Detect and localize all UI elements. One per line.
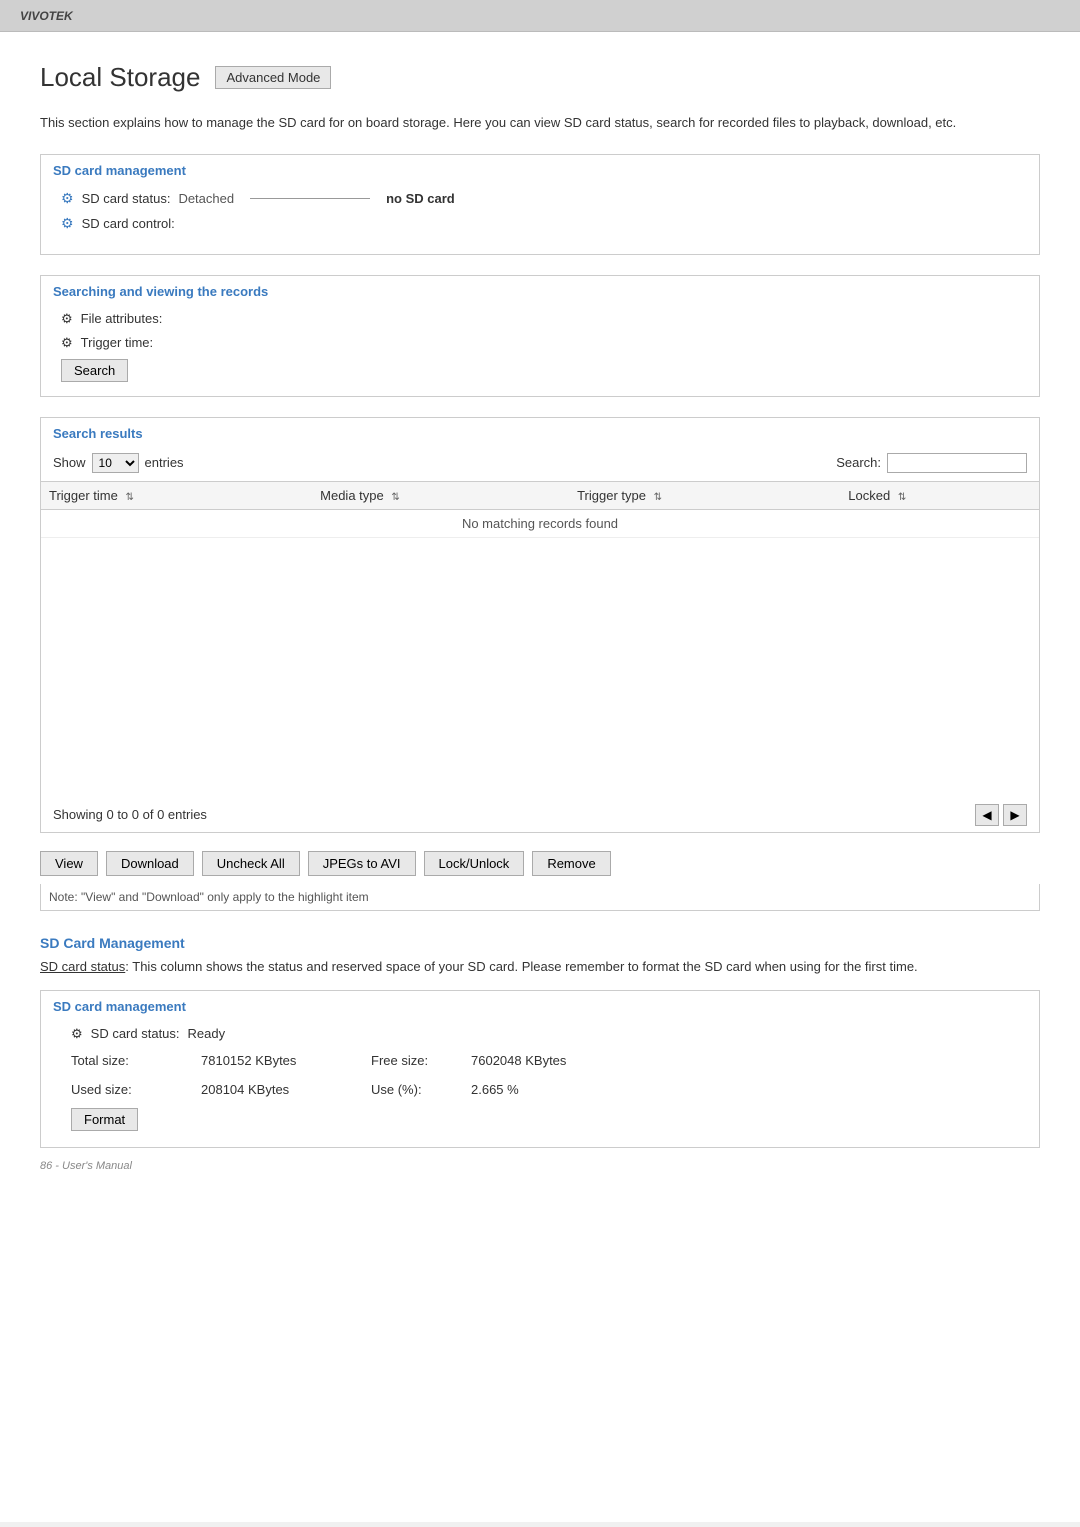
page-description: This section explains how to manage the … — [40, 113, 1040, 134]
col-media-type-label: Media type — [320, 488, 384, 503]
col-trigger-type: Trigger type ⇅ — [569, 481, 840, 509]
search-label: Search: — [836, 455, 881, 470]
sd-card-management-title: SD card management — [41, 155, 1039, 182]
searching-title: Searching and viewing the records — [41, 276, 1039, 303]
top-bar: VIVOTEK — [0, 0, 1080, 32]
col-trigger-time-label: Trigger time — [49, 488, 118, 503]
sort-arrows-media-type[interactable]: ⇅ — [391, 492, 399, 503]
showing-text: Showing 0 to 0 of 0 entries — [53, 807, 207, 822]
sd-control-row: ⚙ SD card control: — [61, 215, 1019, 232]
col-trigger-time: Trigger time ⇅ — [41, 481, 312, 509]
page-title: Local Storage — [40, 62, 200, 93]
sd-dash-line — [250, 198, 370, 199]
sort-arrows-trigger-time[interactable]: ⇅ — [126, 492, 134, 503]
col-locked: Locked ⇅ — [840, 481, 1039, 509]
trigger-time-label: Trigger time: — [81, 335, 153, 350]
sd-mgmt-status-label: SD card status: — [91, 1026, 180, 1041]
searching-box: Searching and viewing the records ⚙ File… — [40, 275, 1040, 397]
sd-status-label: SD card status: — [82, 191, 171, 206]
use-pct-value: 2.665 % — [471, 1079, 641, 1100]
trigger-time-row: ⚙ Trigger time: — [61, 335, 1019, 351]
main-content: Local Storage Advanced Mode This section… — [0, 32, 1080, 1522]
sd-mgmt-status-row: ⚙ SD card status: Ready — [71, 1026, 1009, 1042]
download-button[interactable]: Download — [106, 851, 194, 876]
results-header-left: Show 10 25 50 100 entries — [53, 453, 184, 473]
page-footer: 86 - User's Manual — [40, 1148, 1040, 1172]
sd-status-value: Detached — [178, 191, 234, 206]
sd-status-rest: : This column shows the status and reser… — [125, 959, 917, 974]
results-table-header-row: Trigger time ⇅ Media type ⇅ Trigger type… — [41, 481, 1039, 509]
pagination-buttons: ◀ ▶ — [975, 804, 1027, 826]
gear-icon-4: ⚙ — [61, 335, 73, 351]
used-size-label: Used size: — [71, 1079, 201, 1100]
gear-icon-2: ⚙ — [61, 215, 74, 232]
file-attr-row: ⚙ File attributes: — [61, 311, 1019, 327]
action-buttons-row: View Download Uncheck All JPEGs to AVI L… — [40, 843, 1040, 884]
sd-status-row: ⚙ SD card status: Detached no SD card — [61, 190, 1019, 207]
used-size-value: 208104 KBytes — [201, 1079, 371, 1100]
gear-icon-5: ⚙ — [71, 1026, 83, 1042]
sd-mgmt-grid: Total size: 7810152 KBytes Free size: 76… — [71, 1050, 1009, 1100]
prev-page-button[interactable]: ◀ — [975, 804, 999, 826]
search-results-title: Search results — [41, 418, 1039, 445]
results-table: Trigger time ⇅ Media type ⇅ Trigger type… — [41, 481, 1039, 538]
sd-mgmt-detail-box: SD card management ⚙ SD card status: Rea… — [40, 990, 1040, 1148]
show-label: Show — [53, 455, 86, 470]
jpegs-to-avi-button[interactable]: JPEGs to AVI — [308, 851, 416, 876]
sd-mgmt-detail-content: ⚙ SD card status: Ready Total size: 7810… — [41, 1018, 1039, 1147]
sd-no-card-text: no SD card — [386, 191, 455, 206]
file-attr-label: File attributes: — [81, 311, 163, 326]
total-size-label: Total size: — [71, 1050, 201, 1071]
search-button[interactable]: Search — [61, 359, 128, 382]
lock-unlock-button[interactable]: Lock/Unlock — [424, 851, 525, 876]
empty-space — [41, 538, 1039, 798]
searching-content: ⚙ File attributes: ⚙ Trigger time: Searc… — [41, 303, 1039, 396]
format-button[interactable]: Format — [71, 1108, 138, 1131]
sd-card-management-box: SD card management ⚙ SD card status: Det… — [40, 154, 1040, 255]
results-search-input[interactable] — [887, 453, 1027, 473]
note-text: Note: "View" and "Download" only apply t… — [40, 884, 1040, 911]
col-media-type: Media type ⇅ — [312, 481, 569, 509]
col-locked-label: Locked — [848, 488, 890, 503]
results-footer: Showing 0 to 0 of 0 entries ◀ ▶ — [41, 798, 1039, 832]
free-size-value: 7602048 KBytes — [471, 1050, 641, 1071]
free-size-label: Free size: — [371, 1050, 471, 1071]
search-results-box: Search results Show 10 25 50 100 entries… — [40, 417, 1040, 833]
remove-button[interactable]: Remove — [532, 851, 610, 876]
results-header-right: Search: — [836, 453, 1027, 473]
no-records-row: No matching records found — [41, 509, 1039, 537]
use-pct-label: Use (%): — [371, 1079, 471, 1100]
gear-icon-3: ⚙ — [61, 311, 73, 327]
results-header: Show 10 25 50 100 entries Search: — [41, 445, 1039, 481]
sd-status-underline: SD card status — [40, 959, 125, 974]
col-trigger-type-label: Trigger type — [577, 488, 646, 503]
results-table-body: No matching records found — [41, 509, 1039, 537]
gear-icon-1: ⚙ — [61, 190, 74, 207]
entries-label: entries — [145, 455, 184, 470]
view-button[interactable]: View — [40, 851, 98, 876]
sd-card-section-heading: SD Card Management — [40, 935, 1040, 951]
sd-mgmt-box-title: SD card management — [41, 991, 1039, 1018]
page-title-row: Local Storage Advanced Mode — [40, 62, 1040, 93]
show-entries-select[interactable]: 10 25 50 100 — [92, 453, 139, 473]
sort-arrows-trigger-type[interactable]: ⇅ — [654, 492, 662, 503]
brand-label: VIVOTEK — [20, 9, 73, 23]
sort-arrows-locked[interactable]: ⇅ — [898, 492, 906, 503]
total-size-value: 7810152 KBytes — [201, 1050, 371, 1071]
sd-card-management-content: ⚙ SD card status: Detached no SD card ⚙ … — [41, 182, 1039, 254]
no-records-text: No matching records found — [41, 509, 1039, 537]
sd-mgmt-status-value: Ready — [188, 1026, 226, 1041]
sd-card-section-paragraph: SD card status: This column shows the st… — [40, 957, 1040, 978]
sd-control-label: SD card control: — [82, 216, 175, 231]
advanced-mode-button[interactable]: Advanced Mode — [215, 66, 331, 89]
uncheck-all-button[interactable]: Uncheck All — [202, 851, 300, 876]
next-page-button[interactable]: ▶ — [1003, 804, 1027, 826]
results-table-head: Trigger time ⇅ Media type ⇅ Trigger type… — [41, 481, 1039, 509]
